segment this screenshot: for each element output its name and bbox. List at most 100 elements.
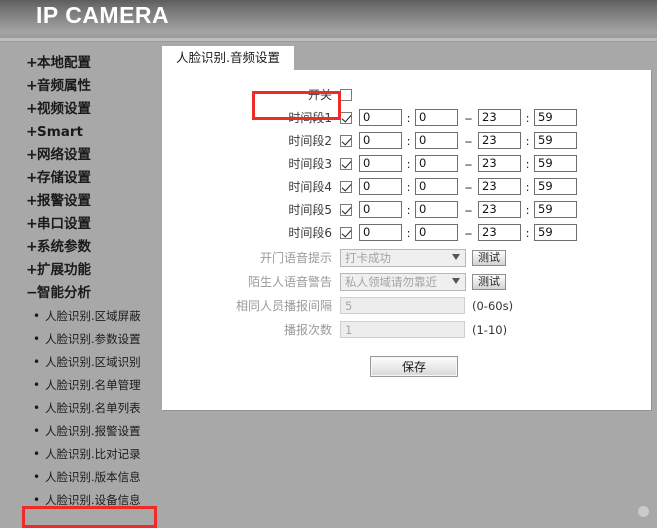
start-minute-input[interactable]: 0 [415, 132, 458, 149]
open-door-voice-select[interactable]: 打卡成功 [340, 249, 466, 267]
time-colon-separator: : [521, 111, 534, 125]
start-hour-input[interactable]: 0 [359, 201, 402, 218]
time-colon-separator: : [402, 134, 415, 148]
time-segment-enable-checkbox[interactable] [340, 227, 352, 239]
sidebar-item-1[interactable]: +音频属性 [0, 75, 162, 98]
sidebar-subitem-8[interactable]: •人脸识别.设备信息 [0, 489, 162, 512]
expand-icon: + [26, 98, 37, 121]
stranger-voice-test-button[interactable]: 测试 [472, 274, 506, 290]
start-minute-input[interactable]: 0 [415, 155, 458, 172]
sidebar-item-label: 本地配置 [37, 55, 91, 71]
open-door-voice-row: 开门语音提示 打卡成功 测试 [162, 247, 651, 268]
end-hour-input[interactable]: 23 [478, 155, 521, 172]
sidebar-subitem-2[interactable]: •人脸识别.区域识别 [0, 351, 162, 374]
stranger-voice-label: 陌生人语音警告 [162, 273, 340, 290]
end-minute-input[interactable]: 59 [534, 178, 577, 195]
open-door-voice-test-button[interactable]: 测试 [472, 250, 506, 266]
sidebar-item-label: Smart [37, 124, 83, 140]
collapse-icon: − [26, 282, 37, 305]
expand-icon: + [26, 236, 37, 259]
time-segment-label: 时间段6 [162, 224, 340, 241]
end-hour-input[interactable]: 23 [478, 224, 521, 241]
time-colon-separator: : [521, 226, 534, 240]
time-segment-enable-checkbox[interactable] [340, 135, 352, 147]
time-segment-enable-checkbox[interactable] [340, 181, 352, 193]
save-button[interactable]: 保存 [370, 356, 458, 377]
sidebar: +本地配置+音频属性+视频设置+Smart+网络设置+存储设置+报警设置+串口设… [0, 42, 162, 519]
time-range-dash: -- [458, 111, 478, 125]
time-colon-separator: : [521, 203, 534, 217]
sidebar-item-label: 扩展功能 [37, 262, 91, 278]
expand-icon: + [26, 144, 37, 167]
bullet-icon: • [33, 374, 40, 397]
expand-icon: + [26, 213, 37, 236]
time-segment-row-5: 时间段50:0--23:59 [162, 199, 651, 220]
sidebar-item-label: 报警设置 [37, 193, 91, 209]
start-hour-input[interactable]: 0 [359, 178, 402, 195]
start-hour-input[interactable]: 0 [359, 224, 402, 241]
sidebar-subitem-7[interactable]: •人脸识别.版本信息 [0, 466, 162, 489]
end-minute-input[interactable]: 59 [534, 132, 577, 149]
same-person-interval-input[interactable]: 5 [340, 297, 465, 314]
end-hour-input[interactable]: 23 [478, 178, 521, 195]
sidebar-item-2[interactable]: +视频设置 [0, 98, 162, 121]
time-segment-row-3: 时间段30:0--23:59 [162, 153, 651, 174]
end-hour-input[interactable]: 23 [478, 201, 521, 218]
broadcast-count-input[interactable]: 1 [340, 321, 465, 338]
time-segment-row-4: 时间段40:0--23:59 [162, 176, 651, 197]
sidebar-top-list: +本地配置+音频属性+视频设置+Smart+网络设置+存储设置+报警设置+串口设… [0, 52, 162, 305]
switch-checkbox[interactable] [340, 89, 352, 101]
start-hour-input[interactable]: 0 [359, 155, 402, 172]
sidebar-subitem-4[interactable]: •人脸识别.名单列表 [0, 397, 162, 420]
end-minute-input[interactable]: 59 [534, 201, 577, 218]
sidebar-item-9[interactable]: +扩展功能 [0, 259, 162, 282]
end-minute-input[interactable]: 59 [534, 109, 577, 126]
start-minute-input[interactable]: 0 [415, 224, 458, 241]
same-person-interval-hint: (0-60s) [472, 299, 513, 313]
sidebar-item-6[interactable]: +报警设置 [0, 190, 162, 213]
sidebar-item-10[interactable]: −智能分析 [0, 282, 162, 305]
sidebar-subitem-6[interactable]: •人脸识别.比对记录 [0, 443, 162, 466]
sidebar-item-0[interactable]: +本地配置 [0, 52, 162, 75]
start-hour-input[interactable]: 0 [359, 132, 402, 149]
switch-row: 开关 [162, 84, 651, 105]
tab-face-audio-settings[interactable]: 人脸识别.音频设置 [162, 46, 294, 71]
sidebar-item-5[interactable]: +存储设置 [0, 167, 162, 190]
same-person-interval-row: 相同人员播报间隔 5 (0-60s) [162, 295, 651, 316]
sidebar-item-label: 网络设置 [37, 147, 91, 163]
bullet-icon: • [33, 466, 40, 489]
sidebar-subitem-1[interactable]: •人脸识别.参数设置 [0, 328, 162, 351]
sidebar-item-8[interactable]: +系统参数 [0, 236, 162, 259]
end-hour-input[interactable]: 23 [478, 132, 521, 149]
time-range-dash: -- [458, 180, 478, 194]
time-segment-label: 时间段5 [162, 201, 340, 218]
sidebar-item-3[interactable]: +Smart [0, 121, 162, 144]
time-segment-enable-checkbox[interactable] [340, 158, 352, 170]
open-door-voice-value: 打卡成功 [345, 251, 391, 265]
chevron-down-icon [452, 254, 460, 260]
end-hour-input[interactable]: 23 [478, 109, 521, 126]
time-segment-enable-checkbox[interactable] [340, 204, 352, 216]
time-segment-enable-checkbox[interactable] [340, 112, 352, 124]
settings-panel: 开关 时间段10:0--23:59时间段20:0--23:59时间段30:0--… [162, 70, 651, 410]
sidebar-subitem-0[interactable]: •人脸识别.区域屏蔽 [0, 305, 162, 328]
end-minute-input[interactable]: 59 [534, 224, 577, 241]
sidebar-subitem-3[interactable]: • 人脸识别.名单管理 [0, 374, 162, 397]
start-hour-input[interactable]: 0 [359, 109, 402, 126]
sidebar-item-4[interactable]: +网络设置 [0, 144, 162, 167]
time-segment-label: 时间段2 [162, 132, 340, 149]
broadcast-count-row: 播报次数 1 (1-10) [162, 319, 651, 340]
stranger-voice-select[interactable]: 私人领域请勿靠近 [340, 273, 466, 291]
sidebar-subitem-label: 人脸识别.设备信息 [45, 493, 141, 507]
end-minute-input[interactable]: 59 [534, 155, 577, 172]
chevron-down-icon [452, 278, 460, 284]
sidebar-subitem-label: 人脸识别.比对记录 [45, 447, 141, 461]
sidebar-subitem-label: 人脸识别.区域屏蔽 [45, 309, 141, 323]
expand-icon: + [26, 259, 37, 282]
sidebar-subitem-label: 人脸识别.名单管理 [45, 378, 141, 392]
sidebar-item-7[interactable]: +串口设置 [0, 213, 162, 236]
sidebar-subitem-5[interactable]: •人脸识别.报警设置 [0, 420, 162, 443]
start-minute-input[interactable]: 0 [415, 201, 458, 218]
start-minute-input[interactable]: 0 [415, 109, 458, 126]
start-minute-input[interactable]: 0 [415, 178, 458, 195]
